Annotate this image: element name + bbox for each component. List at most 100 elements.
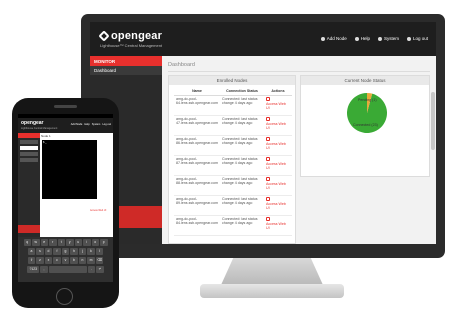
column-header-status[interactable]: Connection Status	[219, 88, 264, 96]
access-web-ui-link[interactable]: Access Web UI	[263, 155, 292, 176]
column-header-name[interactable]: Name	[174, 88, 220, 96]
help-button[interactable]: Help	[354, 36, 370, 41]
sidebar-item-dashboard[interactable]: Dashboard	[90, 66, 162, 75]
access-web-ui-link[interactable]: Access Web UI	[263, 175, 292, 196]
node-name[interactable]: amg-dc-pool-86.lens.ssb.opengear.com	[174, 135, 220, 156]
keyboard-key[interactable]: j	[78, 248, 87, 255]
node-name[interactable]: amg-dc-pool-47.lens.ssb.opengear.com	[174, 115, 220, 136]
phone-logo[interactable]: opengear	[21, 120, 44, 126]
phone-speaker	[54, 105, 77, 108]
keyboard-key[interactable]: n	[78, 257, 87, 264]
access-web-ui-link[interactable]: Access Web UI	[263, 215, 292, 236]
keyboard-key[interactable]: d	[44, 248, 53, 255]
phone-sidebar-item[interactable]	[20, 140, 38, 144]
keyboard-key[interactable]: p	[100, 239, 108, 246]
monitor-stand-neck	[221, 258, 323, 285]
help-label: Help	[360, 36, 370, 41]
keyboard-key[interactable]: c	[53, 257, 61, 264]
keyboard-key[interactable]: b	[70, 257, 78, 264]
keyboard-key[interactable]: .	[87, 266, 96, 273]
phone-sidebar-header[interactable]	[18, 133, 40, 138]
node-name[interactable]: amg-dc-pool-89.lens.ssb.opengear.com	[174, 195, 220, 216]
keyboard-key[interactable]: x	[44, 257, 53, 264]
keyboard-key[interactable]: ↵	[96, 266, 104, 273]
sidebar-section-monitor[interactable]: MONITOR	[90, 56, 162, 66]
keyboard-key[interactable]: z	[36, 257, 44, 264]
keyboard-key[interactable]: t	[57, 239, 65, 246]
smartphone: opengear Lighthouse Central Management A…	[12, 98, 119, 308]
phone-nav-help[interactable]: Help	[84, 123, 89, 126]
keyboard-key[interactable]: y	[66, 239, 74, 246]
keyboard-key[interactable]: o	[91, 239, 99, 246]
enrolled-nodes-title: Enrolled Nodes	[169, 76, 295, 85]
node-status-panel: Current Node Status Pending (1) Connecte…	[300, 75, 430, 177]
keyboard-key[interactable]: i	[83, 239, 91, 246]
breadcrumb: Dashboard	[168, 62, 195, 68]
keyboard-key[interactable]: g	[61, 248, 70, 255]
add-node-label: Add Node	[326, 36, 347, 41]
phone-access-link[interactable]: Access Web UI	[90, 209, 106, 212]
column-header-actions: Actions	[263, 88, 292, 96]
phone-sidebar-accent[interactable]	[18, 225, 40, 233]
keyboard-key[interactable]: a	[27, 248, 36, 255]
table-row[interactable]: amg-dc-pool-47.lens.ssb.opengear.com Conn…	[174, 115, 292, 136]
keyboard-key[interactable]: h	[70, 248, 78, 255]
system-button[interactable]: System	[377, 36, 399, 41]
keyboard-key[interactable]: u	[74, 239, 82, 246]
keyboard-space-key[interactable]	[48, 266, 87, 273]
access-web-ui-label: Access Web UI	[265, 221, 286, 230]
table-row[interactable]: amg-dc-pool-89.lens.ssb.opengear.com Conn…	[174, 195, 292, 216]
phone-sidebar-item-selected[interactable]	[20, 146, 38, 150]
home-button[interactable]	[56, 288, 73, 305]
product-showcase: opengear Lighthouse™ Central Management …	[0, 0, 452, 311]
table-row[interactable]: amg-dc-pool-87.lens.ssb.opengear.com Conn…	[174, 155, 292, 176]
page-scrollbar[interactable]	[431, 92, 435, 150]
table-row[interactable]: amg-dc-pool-88.lens.ssb.opengear.com Conn…	[174, 175, 292, 196]
keyboard-key[interactable]: w	[32, 239, 40, 246]
phone-sidebar-item[interactable]	[20, 158, 38, 162]
table-row[interactable]: amg-dc-pool-64.lens.ssb.opengear.com Conn…	[174, 95, 292, 116]
web-ui-icon	[265, 216, 270, 221]
keyboard-key[interactable]: ⌫	[95, 257, 104, 264]
phone-nav-add-node[interactable]: Add Node	[71, 123, 83, 126]
keyboard-key[interactable]: s	[36, 248, 44, 255]
pie-label-connected: Connected (23)	[353, 123, 378, 127]
node-name[interactable]: amg-dc-pool-87.lens.ssb.opengear.com	[174, 155, 220, 176]
keyboard-key[interactable]: k	[87, 248, 95, 255]
keyboard-key[interactable]: e	[40, 239, 48, 246]
brand-logo[interactable]: opengear Lighthouse™ Central Management	[98, 30, 162, 48]
add-node-button[interactable]: Add Node	[320, 36, 347, 41]
keyboard-key[interactable]: f	[53, 248, 61, 255]
phone-terminal[interactable]	[42, 140, 97, 199]
onscreen-keyboard: qwertyuiop asdfghjkl ⇧ z x c v b n m ⌫ ?123,. ↵	[18, 237, 113, 282]
keyboard-key[interactable]: r	[49, 239, 57, 246]
keyboard-key[interactable]: m	[87, 257, 95, 264]
web-ui-icon	[265, 116, 270, 121]
node-name[interactable]: amg-dc-pool-84.lens.ssb.opengear.com	[174, 215, 220, 236]
logo-icon	[98, 30, 110, 42]
keyboard-key[interactable]: v	[61, 257, 70, 264]
pie-label-pending: Pending (1)	[358, 98, 377, 102]
table-row[interactable]: amg-dc-pool-84.lens.ssb.opengear.com Conn…	[174, 215, 292, 236]
access-web-ui-link[interactable]: Access Web UI	[263, 115, 292, 136]
node-status-title: Current Node Status	[301, 76, 429, 85]
phone-nav-system[interactable]: System	[92, 123, 101, 126]
desktop-monitor: opengear Lighthouse™ Central Management …	[81, 14, 445, 258]
keyboard-key[interactable]: q	[23, 239, 31, 246]
keyboard-key[interactable]: ?123	[27, 266, 40, 273]
keyboard-key[interactable]: ⇧	[27, 257, 36, 264]
node-status: Connected: last status change 4 days ago	[219, 155, 264, 176]
phone-nav-logout[interactable]: Log out	[102, 123, 111, 126]
node-name[interactable]: amg-dc-pool-88.lens.ssb.opengear.com	[174, 175, 220, 196]
access-web-ui-link[interactable]: Access Web UI	[263, 135, 292, 156]
keyboard-key[interactable]: l	[95, 248, 104, 255]
phone-sidebar-item[interactable]	[20, 152, 38, 156]
access-web-ui-link[interactable]: Access Web UI	[263, 195, 292, 216]
node-name[interactable]: amg-dc-pool-64.lens.ssb.opengear.com	[174, 95, 220, 116]
table-row[interactable]: amg-dc-pool-86.lens.ssb.opengear.com Conn…	[174, 135, 292, 156]
access-web-ui-link[interactable]: Access Web UI	[263, 95, 292, 116]
keyboard-key[interactable]: ,	[40, 266, 48, 273]
logout-button[interactable]: Log out	[406, 36, 428, 41]
access-web-ui-label: Access Web UI	[265, 181, 286, 190]
node-status: Connected: last status change 4 days ago	[219, 195, 264, 216]
